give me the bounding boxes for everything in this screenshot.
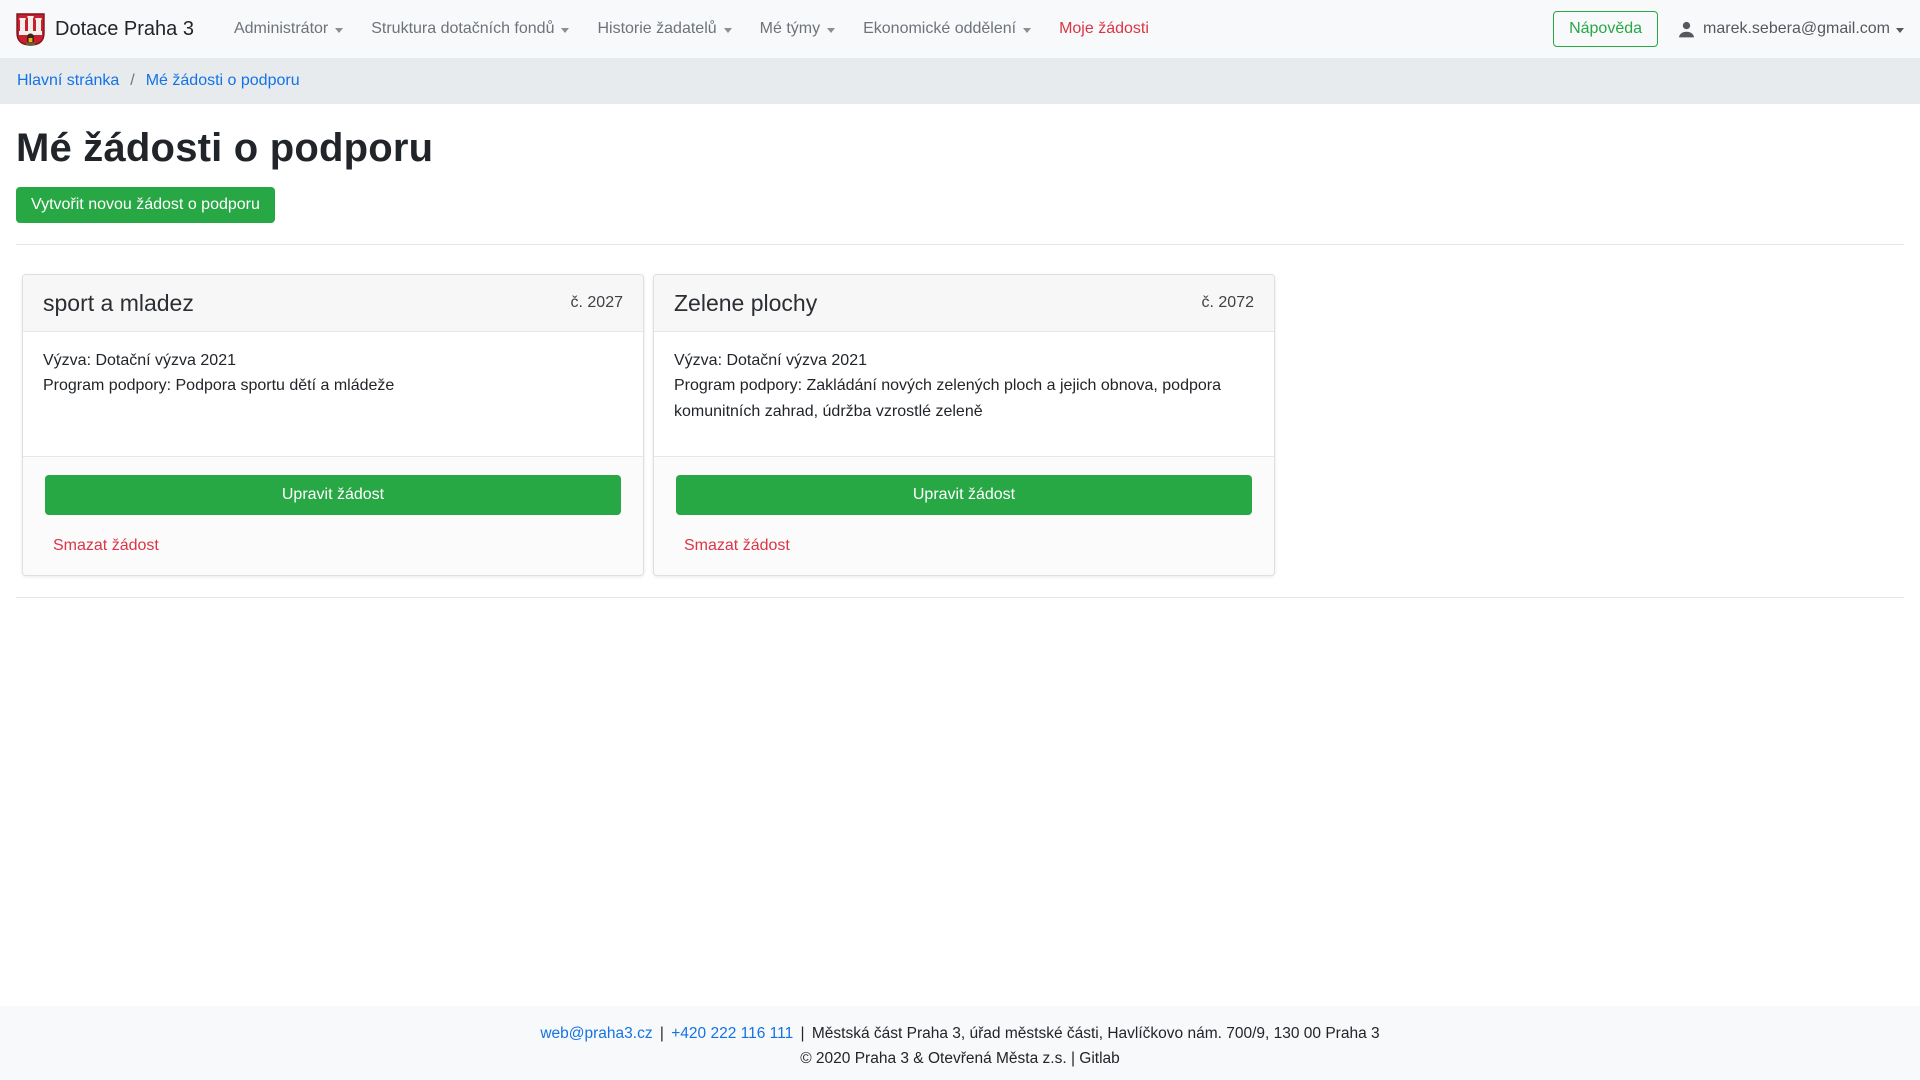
footer-separator: | <box>657 1025 667 1042</box>
application-number: č. 2027 <box>571 294 623 312</box>
user-menu[interactable]: marek.sebera@gmail.com <box>1676 19 1904 40</box>
divider-top <box>16 244 1904 245</box>
chevron-down-icon <box>335 28 343 33</box>
help-button[interactable]: Nápověda <box>1553 11 1658 47</box>
delete-application-link[interactable]: Smazat žádost <box>53 537 159 555</box>
breadcrumb-separator: / <box>130 72 134 90</box>
application-call: Výzva: Dotační výzva 2021 <box>674 348 1254 373</box>
brand[interactable]: Dotace Praha 3 <box>16 13 194 46</box>
nav-item-ekonomicke-oddeleni[interactable]: Ekonomické oddělení <box>849 12 1045 46</box>
nav-item-administrator[interactable]: Administrátor <box>220 12 357 46</box>
page-footer: web@praha3.cz | +420 222 116 111 | Městs… <box>0 1006 1920 1080</box>
footer-email-link[interactable]: web@praha3.cz <box>540 1025 652 1042</box>
chevron-down-icon <box>724 28 732 33</box>
nav-item-moje-zadosti[interactable]: Moje žádosti <box>1045 12 1163 46</box>
applications-list: sport a mladez č. 2027 Výzva: Dotační vý… <box>0 266 1920 576</box>
application-call: Výzva: Dotační výzva 2021 <box>43 348 623 373</box>
application-title: sport a mladez <box>43 290 194 317</box>
page-head: Mé žádosti o podporu Vytvořit novou žádo… <box>0 126 1920 223</box>
person-icon <box>1676 19 1697 40</box>
application-card: Zelene plochy č. 2072 Výzva: Dotační výz… <box>653 274 1275 576</box>
page-title: Mé žádosti o podporu <box>16 126 1904 171</box>
praha3-coat-of-arms-icon <box>16 13 45 46</box>
edit-application-button[interactable]: Upravit žádost <box>676 475 1252 515</box>
footer-contact-line: web@praha3.cz | +420 222 116 111 | Městs… <box>0 1022 1920 1047</box>
footer-address: Městská část Praha 3, úřad městské části… <box>812 1025 1380 1042</box>
nav-item-historie-zadatelu[interactable]: Historie žadatelů <box>583 12 745 46</box>
create-application-button[interactable]: Vytvořit novou žádost o podporu <box>16 187 275 223</box>
breadcrumb-bar: Hlavní stránka / Mé žádosti o podporu <box>0 58 1920 104</box>
footer-phone-link[interactable]: +420 222 116 111 <box>671 1025 793 1042</box>
breadcrumb-current-link[interactable]: Mé žádosti o podporu <box>146 72 300 90</box>
application-program: Program podpory: Podpora sportu dětí a m… <box>43 373 623 398</box>
application-title: Zelene plochy <box>674 290 817 317</box>
application-number: č. 2072 <box>1202 294 1254 312</box>
nav-item-me-tymy[interactable]: Mé týmy <box>746 12 849 46</box>
card-body: Výzva: Dotační výzva 2021 Program podpor… <box>654 332 1274 456</box>
chevron-down-icon <box>1896 28 1904 33</box>
chevron-down-icon <box>827 28 835 33</box>
divider-bottom <box>16 597 1904 598</box>
top-navbar: Dotace Praha 3 Administrátor Struktura d… <box>0 0 1920 58</box>
footer-separator: | <box>798 1025 808 1042</box>
edit-application-button[interactable]: Upravit žádost <box>45 475 621 515</box>
nav-item-struktura-dotacnich-fondu[interactable]: Struktura dotačních fondů <box>357 12 583 46</box>
chevron-down-icon <box>561 28 569 33</box>
card-header: sport a mladez č. 2027 <box>23 275 643 332</box>
delete-application-link[interactable]: Smazat žádost <box>684 537 790 555</box>
application-program: Program podpory: Zakládání nových zelený… <box>674 373 1254 424</box>
application-card: sport a mladez č. 2027 Výzva: Dotační vý… <box>22 274 644 576</box>
breadcrumb-home-link[interactable]: Hlavní stránka <box>17 72 119 90</box>
app-title: Dotace Praha 3 <box>55 18 194 41</box>
breadcrumb: Hlavní stránka / Mé žádosti o podporu <box>17 72 300 90</box>
card-body: Výzva: Dotační výzva 2021 Program podpor… <box>23 332 643 456</box>
main-nav: Administrátor Struktura dotačních fondů … <box>220 12 1163 46</box>
user-email: marek.sebera@gmail.com <box>1703 20 1890 38</box>
card-header: Zelene plochy č. 2072 <box>654 275 1274 332</box>
footer-copyright: © 2020 Praha 3 & Otevřená Města z.s. | G… <box>0 1047 1920 1072</box>
navbar-right: Nápověda marek.sebera@gmail.com <box>1553 11 1904 47</box>
chevron-down-icon <box>1023 28 1031 33</box>
card-footer: Upravit žádost Smazat žádost <box>23 456 643 575</box>
card-footer: Upravit žádost Smazat žádost <box>654 456 1274 575</box>
